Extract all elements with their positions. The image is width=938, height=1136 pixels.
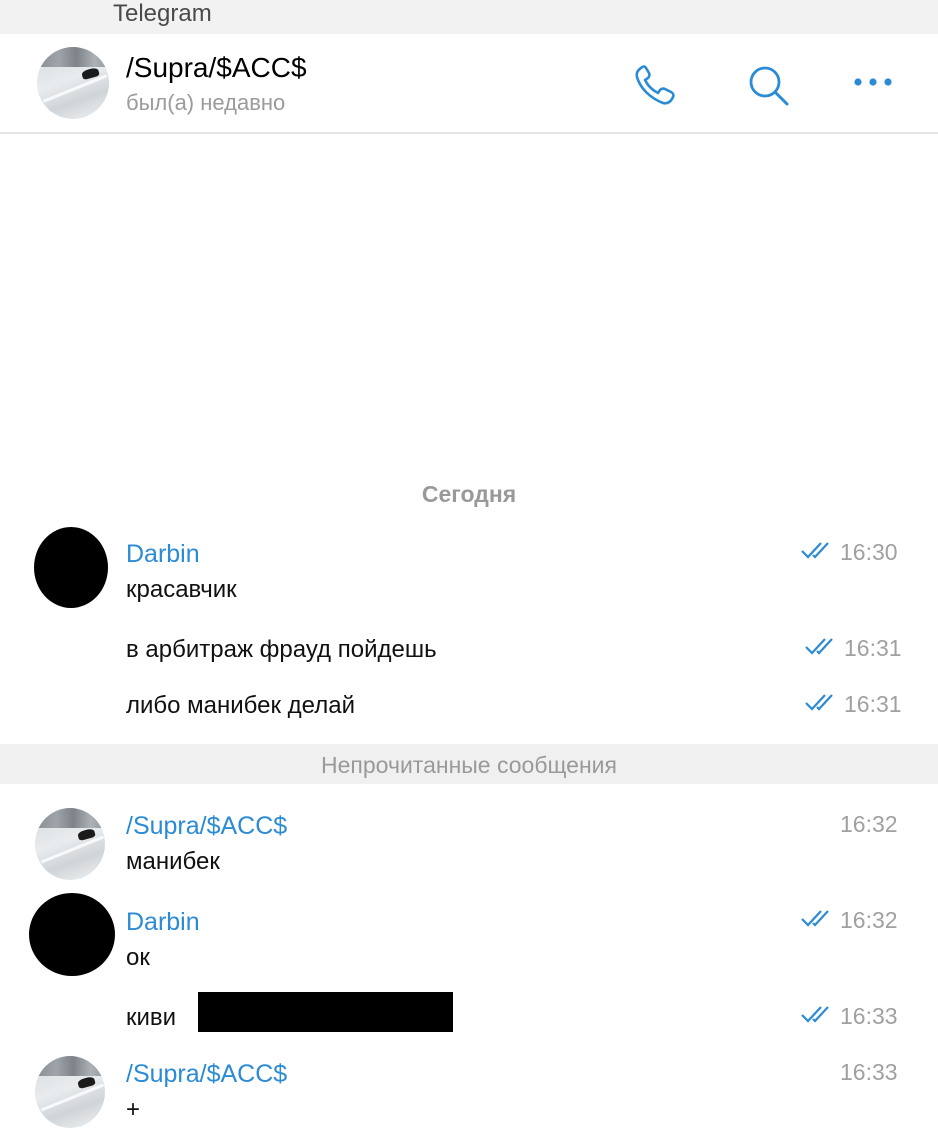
chat-title[interactable]: /Supra/$ACC$: [126, 52, 307, 84]
message-time: 16:33: [840, 1059, 898, 1085]
more-icon[interactable]: [852, 74, 896, 90]
unread-separator: Непрочитанные сообщения: [0, 744, 938, 784]
message-sender[interactable]: Darbin: [126, 908, 200, 936]
window-titlebar: Telegram: [0, 0, 938, 34]
read-check-icon: [804, 636, 836, 661]
message-text: +: [126, 1096, 141, 1123]
message-time: 16:33: [840, 1003, 898, 1029]
message-sender[interactable]: /Supra/$ACC$: [126, 812, 287, 840]
message-sender[interactable]: /Supra/$ACC$: [126, 1060, 287, 1088]
message-text: манибек: [126, 848, 220, 875]
chat-avatar[interactable]: [37, 47, 109, 119]
read-check-icon: [800, 1004, 832, 1029]
message-time: 16:31: [844, 691, 902, 717]
message-time: 16:31: [844, 635, 902, 661]
message-time: 16:32: [840, 907, 898, 933]
read-check-icon: [804, 692, 836, 717]
redacted-block: [198, 992, 453, 1032]
read-check-icon: [800, 908, 832, 933]
chat-status: был(а) недавно: [126, 90, 286, 115]
message-text: красавчик: [126, 576, 237, 603]
message-text: ок: [126, 944, 150, 971]
read-check-icon: [800, 540, 832, 565]
message-text: либо манибек делай: [126, 692, 355, 719]
message-text: киви: [126, 1004, 177, 1031]
search-icon[interactable]: [745, 64, 793, 108]
sender-avatar[interactable]: [35, 1056, 105, 1128]
message-sender[interactable]: Darbin: [126, 540, 200, 568]
message-time: 16:30: [840, 539, 898, 565]
app-title: Telegram: [113, 0, 212, 27]
sender-avatar[interactable]: [35, 808, 105, 880]
date-separator: Сегодня: [421, 481, 517, 507]
message-time: 16:32: [840, 811, 898, 837]
sender-avatar[interactable]: [29, 893, 115, 976]
chat-header: /Supra/$ACC$ был(а) недавно: [0, 34, 938, 134]
message-text: в арбитраж фрауд пойдешь: [126, 636, 437, 663]
sender-avatar[interactable]: [34, 527, 108, 608]
phone-icon[interactable]: [632, 64, 680, 108]
